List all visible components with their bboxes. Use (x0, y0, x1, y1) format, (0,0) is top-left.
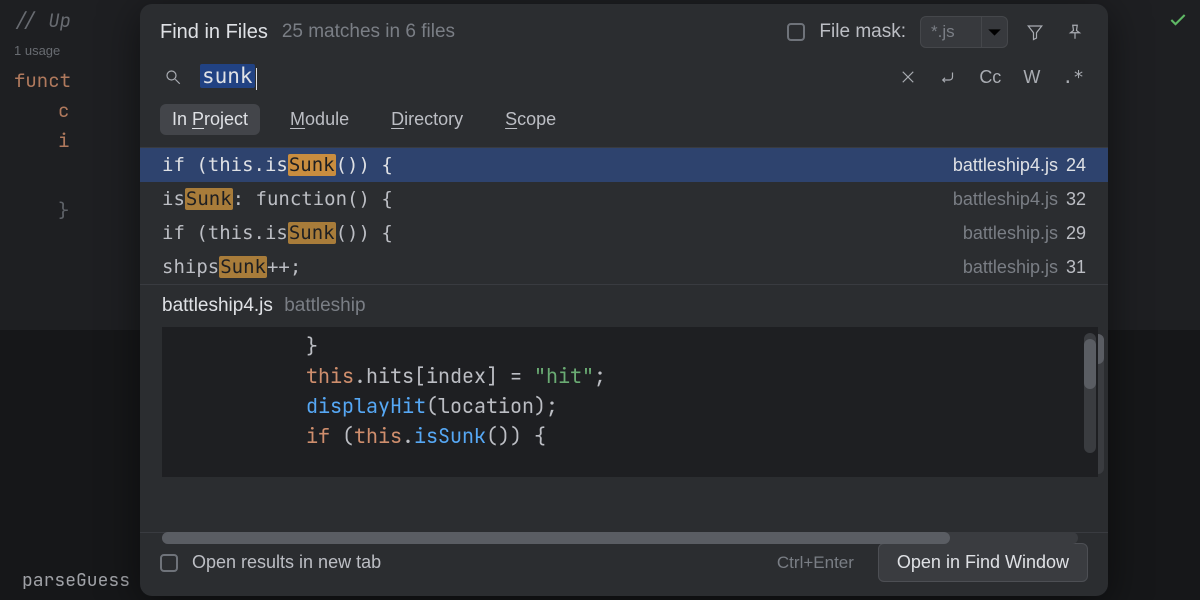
text-cursor (256, 68, 257, 90)
chevron-down-icon[interactable] (981, 17, 1007, 47)
file-mask-label: File mask: (819, 21, 906, 43)
bg-line4: i (58, 128, 69, 153)
result-file: battleship4.js (953, 155, 1058, 176)
match-highlight: Sunk (185, 188, 233, 210)
regex-toggle[interactable]: .* (1058, 65, 1088, 90)
result-file: battleship4.js (953, 189, 1058, 210)
dialog-titlebar: Find in Files 25 matches in 6 files File… (140, 4, 1108, 58)
file-mask-value: *.js (921, 22, 981, 42)
result-file: battleship.js (963, 223, 1058, 244)
whole-words-toggle[interactable]: W (1019, 65, 1044, 90)
result-row[interactable]: if (this.isSunk()) { battleship4.js 24 (140, 148, 1108, 182)
search-row: sunk Cc W .* (140, 58, 1108, 98)
file-mask-combo[interactable]: *.js (920, 16, 1008, 48)
results-list: if (this.isSunk()) { battleship4.js 24 i… (140, 147, 1108, 284)
result-row[interactable]: if (this.isSunk()) { battleship.js 29 (140, 216, 1108, 250)
match-highlight: Sunk (219, 256, 267, 278)
shortcut-hint: Ctrl+Enter (777, 553, 854, 573)
result-file: battleship.js (963, 257, 1058, 278)
preview-scrollbar-horizontal[interactable] (162, 532, 1078, 544)
dialog-title: Find in Files (160, 21, 268, 44)
match-case-toggle[interactable]: Cc (975, 65, 1005, 90)
bg-bottom-symbol: parseGuess (22, 566, 130, 596)
scrollbar-thumb[interactable] (1084, 339, 1096, 389)
result-line: 29 (1066, 223, 1086, 244)
bg-line3: c (58, 98, 69, 123)
tab-scope[interactable]: Scope (493, 104, 568, 135)
search-icon[interactable] (160, 64, 186, 90)
tab-directory[interactable]: Directory (379, 104, 475, 135)
result-row[interactable]: isSunk: function() { battleship4.js 32 (140, 182, 1108, 216)
tab-in-project[interactable]: In Project (160, 104, 260, 135)
pin-icon[interactable] (1062, 19, 1088, 45)
inspection-ok-icon[interactable] (1168, 10, 1188, 35)
bg-kw-function: funct (14, 68, 71, 93)
match-highlight: Sunk (288, 222, 336, 244)
match-highlight: Sunk (288, 154, 336, 176)
result-line: 31 (1066, 257, 1086, 278)
filter-icon[interactable] (1022, 19, 1048, 45)
preview-header: battleship4.js battleship (140, 284, 1108, 327)
open-in-find-window-button[interactable]: Open in Find Window (878, 543, 1088, 582)
result-line: 24 (1066, 155, 1086, 176)
open-new-tab-label: Open results in new tab (192, 552, 381, 573)
preview-path: battleship (284, 295, 365, 316)
search-input[interactable]: sunk (200, 64, 257, 90)
scrollbar-thumb[interactable] (162, 532, 950, 544)
match-summary: 25 matches in 6 files (282, 21, 455, 43)
scope-tabs: In Project Module Directory Scope (140, 98, 1108, 147)
clear-search-icon[interactable] (895, 64, 921, 90)
preview-pane[interactable]: } this.hits[index] = "hit"; displayHit(l… (162, 327, 1098, 477)
file-mask-checkbox[interactable] (787, 23, 805, 41)
preview-scrollbar-vertical[interactable] (1084, 333, 1096, 453)
preview-file: battleship4.js (162, 295, 273, 316)
newline-toggle-icon[interactable] (935, 64, 961, 90)
open-new-tab-checkbox[interactable] (160, 554, 178, 572)
tab-module[interactable]: Module (278, 104, 361, 135)
result-row[interactable]: shipsSunk++; battleship.js 31 (140, 250, 1108, 284)
find-in-files-dialog: Find in Files 25 matches in 6 files File… (140, 4, 1108, 596)
result-line: 32 (1066, 189, 1086, 210)
